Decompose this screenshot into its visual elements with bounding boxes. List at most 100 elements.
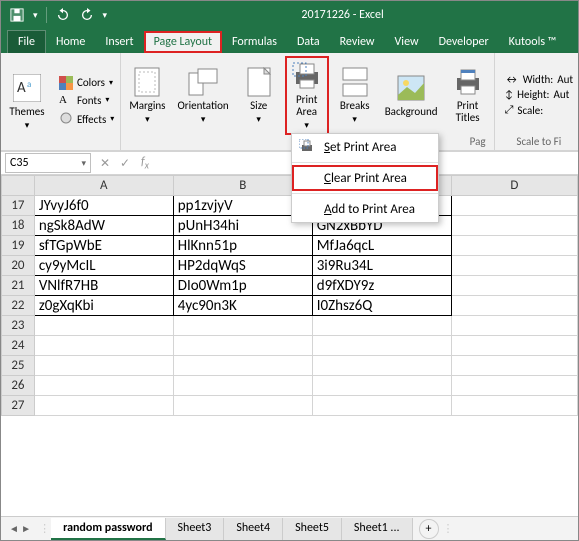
- clear-print-area-item[interactable]: Clear Print Area: [292, 165, 438, 191]
- cell[interactable]: [451, 236, 577, 256]
- sheet-nav[interactable]: ◄ ►: [1, 522, 39, 535]
- cell[interactable]: HlKnn51p: [173, 236, 312, 256]
- cell[interactable]: 4yc90n3K: [173, 296, 312, 316]
- tab-formulas[interactable]: Formulas: [222, 31, 287, 53]
- themes-label: Themes: [9, 106, 44, 118]
- tab-insert[interactable]: Insert: [95, 31, 143, 53]
- set-print-area-icon: [298, 138, 316, 156]
- cell[interactable]: [34, 316, 173, 336]
- cell[interactable]: [312, 336, 451, 356]
- cell[interactable]: cy9yMcIL: [34, 256, 173, 276]
- cell[interactable]: [451, 396, 577, 416]
- row-header-19[interactable]: 19: [2, 236, 35, 256]
- row-header-22[interactable]: 22: [2, 296, 35, 316]
- add-to-print-area-item[interactable]: Add to Print Area: [292, 196, 438, 222]
- sheet-tab-sheet4[interactable]: Sheet4: [224, 518, 283, 540]
- cell[interactable]: [173, 336, 312, 356]
- cell[interactable]: I0Zhsz6Q: [312, 296, 451, 316]
- sheet-tab-sheet3[interactable]: Sheet3: [166, 518, 225, 540]
- cell[interactable]: [451, 356, 577, 376]
- row-header-23[interactable]: 23: [2, 316, 35, 336]
- qat-chevron-icon[interactable]: ▾: [33, 10, 38, 21]
- tab-home[interactable]: Home: [46, 31, 95, 53]
- save-icon[interactable]: [9, 7, 25, 23]
- new-sheet-button[interactable]: +: [419, 519, 439, 539]
- cell[interactable]: [312, 316, 451, 336]
- height-select[interactable]: Aut: [553, 88, 569, 101]
- sheet-tab-random-password[interactable]: random password: [51, 518, 165, 540]
- cell[interactable]: [312, 396, 451, 416]
- cell[interactable]: [173, 356, 312, 376]
- cell[interactable]: z0gXqKbi: [34, 296, 173, 316]
- name-box[interactable]: C35 ▾: [5, 153, 91, 173]
- print-titles-button[interactable]: Print Titles: [446, 64, 490, 126]
- cell[interactable]: JYvyJ6f0: [34, 196, 173, 216]
- cell[interactable]: [312, 356, 451, 376]
- tab-page-layout[interactable]: Page Layout: [144, 31, 222, 53]
- tab-view[interactable]: View: [385, 31, 429, 53]
- cell[interactable]: sfTGpWbE: [34, 236, 173, 256]
- colors-button[interactable]: Colors▾: [57, 74, 116, 92]
- row-header-17[interactable]: 17: [2, 196, 35, 216]
- sheet-tab-sheet5[interactable]: Sheet5: [283, 518, 342, 540]
- tab-developer[interactable]: Developer: [429, 31, 499, 53]
- fonts-button[interactable]: A Fonts▾: [57, 92, 116, 109]
- background-button[interactable]: Background: [381, 70, 442, 120]
- cancel-icon[interactable]: ✕: [95, 156, 115, 171]
- scale-group-label: Scale to Fi: [499, 135, 579, 150]
- cell[interactable]: HP2dqWqS: [173, 256, 312, 276]
- tab-review[interactable]: Review: [330, 31, 385, 53]
- cell[interactable]: VNlfR7HB: [34, 276, 173, 296]
- margins-button[interactable]: Margins▾: [125, 64, 169, 127]
- sheet-tab-sheet1-[interactable]: Sheet1 ...: [342, 518, 413, 540]
- undo-icon[interactable]: [55, 7, 71, 23]
- fx-icon[interactable]: fx: [135, 155, 155, 171]
- cell[interactable]: [451, 336, 577, 356]
- effects-button[interactable]: Effects▾: [57, 109, 116, 130]
- cell[interactable]: ngSk8AdW: [34, 216, 173, 236]
- redo-icon[interactable]: [79, 7, 95, 23]
- print-area-menu: Set Print Area Clear Print Area Add to P…: [291, 133, 439, 223]
- col-header-D[interactable]: D: [451, 176, 577, 196]
- row-header-18[interactable]: 18: [2, 216, 35, 236]
- size-button[interactable]: Size▾: [237, 64, 281, 127]
- cell[interactable]: [34, 356, 173, 376]
- cell[interactable]: [451, 256, 577, 276]
- cell[interactable]: [451, 196, 577, 216]
- cell[interactable]: [451, 276, 577, 296]
- tab-file[interactable]: File: [7, 30, 46, 53]
- row-header-20[interactable]: 20: [2, 256, 35, 276]
- cell[interactable]: [451, 216, 577, 236]
- cell[interactable]: [312, 376, 451, 396]
- cell[interactable]: [173, 316, 312, 336]
- worksheet-grid[interactable]: ABCD17JYvyJ6f0pp1zvjyVG9XGBFQJ18ngSk8AdW…: [1, 175, 578, 416]
- row-header-27[interactable]: 27: [2, 396, 35, 416]
- select-all-corner[interactable]: [2, 176, 35, 196]
- cell[interactable]: [173, 376, 312, 396]
- col-header-A[interactable]: A: [34, 176, 173, 196]
- cell[interactable]: [34, 396, 173, 416]
- cell[interactable]: 3i9Ru34L: [312, 256, 451, 276]
- cell[interactable]: [451, 316, 577, 336]
- row-header-25[interactable]: 25: [2, 356, 35, 376]
- row-header-26[interactable]: 26: [2, 376, 35, 396]
- cell[interactable]: d9fXDY9z: [312, 276, 451, 296]
- print-area-button[interactable]: Print Area▾: [285, 56, 329, 135]
- cell[interactable]: [173, 396, 312, 416]
- cell[interactable]: [34, 336, 173, 356]
- tab-kutools-[interactable]: Kutools ™: [499, 31, 567, 53]
- breaks-button[interactable]: Breaks▾: [333, 64, 377, 127]
- cell[interactable]: DIo0Wm1p: [173, 276, 312, 296]
- cell[interactable]: [451, 296, 577, 316]
- cell[interactable]: [451, 376, 577, 396]
- enter-icon[interactable]: ✓: [115, 156, 135, 171]
- row-header-21[interactable]: 21: [2, 276, 35, 296]
- set-print-area-item[interactable]: Set Print Area: [292, 134, 438, 160]
- orientation-button[interactable]: Orientation▾: [173, 64, 232, 127]
- tab-data[interactable]: Data: [287, 31, 330, 53]
- cell[interactable]: MfJa6qcL: [312, 236, 451, 256]
- width-select[interactable]: Aut: [557, 73, 573, 86]
- cell[interactable]: [34, 376, 173, 396]
- themes-button[interactable]: Aa Themes ▾: [5, 70, 49, 133]
- row-header-24[interactable]: 24: [2, 336, 35, 356]
